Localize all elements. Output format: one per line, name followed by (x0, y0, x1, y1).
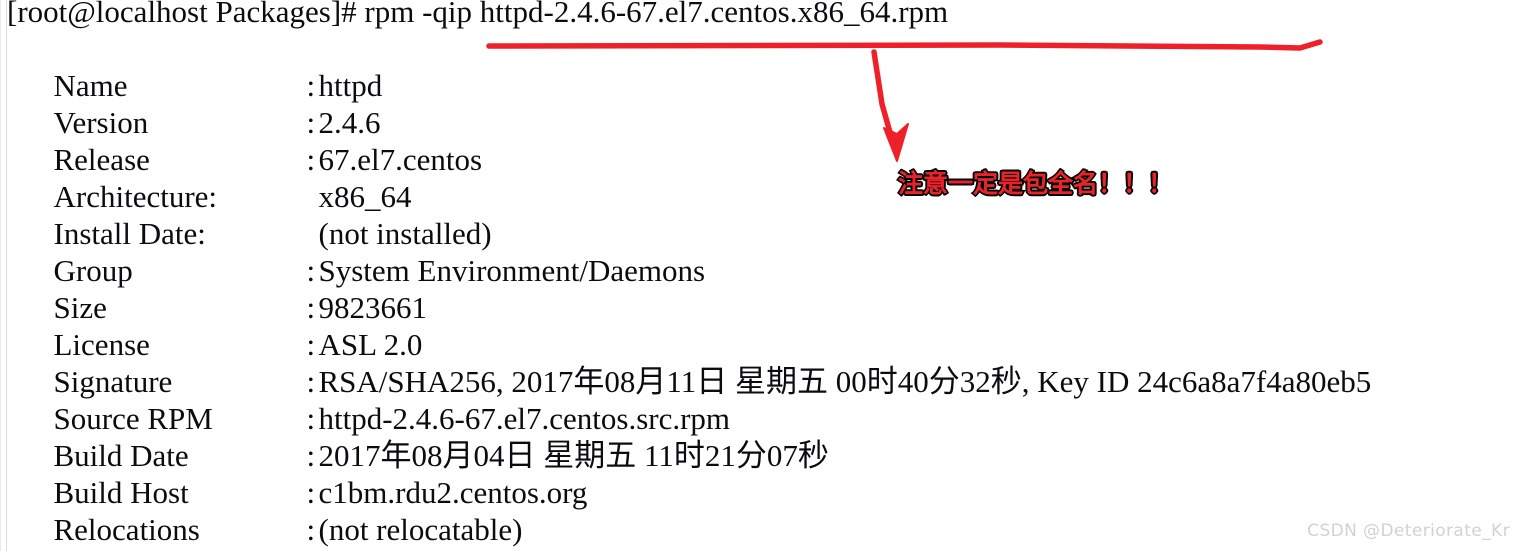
terminal-output-pane[interactable]: [root@localhost Packages]# rpm -qip http… (7, 0, 1528, 551)
csdn-watermark: CSDN @Deteriorate_Kr (1307, 521, 1510, 541)
window-left-edge (0, 0, 7, 551)
field-row-packager: Packager:CentOS BuildSystem <http://bugs… (7, 511, 896, 551)
terminal-screenshot: [root@localhost Packages]# rpm -qip http… (0, 0, 1528, 551)
annotation-note-text: 注意一定是包全名！！！ (898, 169, 1174, 198)
command-prompt-line: [root@localhost Packages]# rpm -qip http… (7, 0, 949, 29)
